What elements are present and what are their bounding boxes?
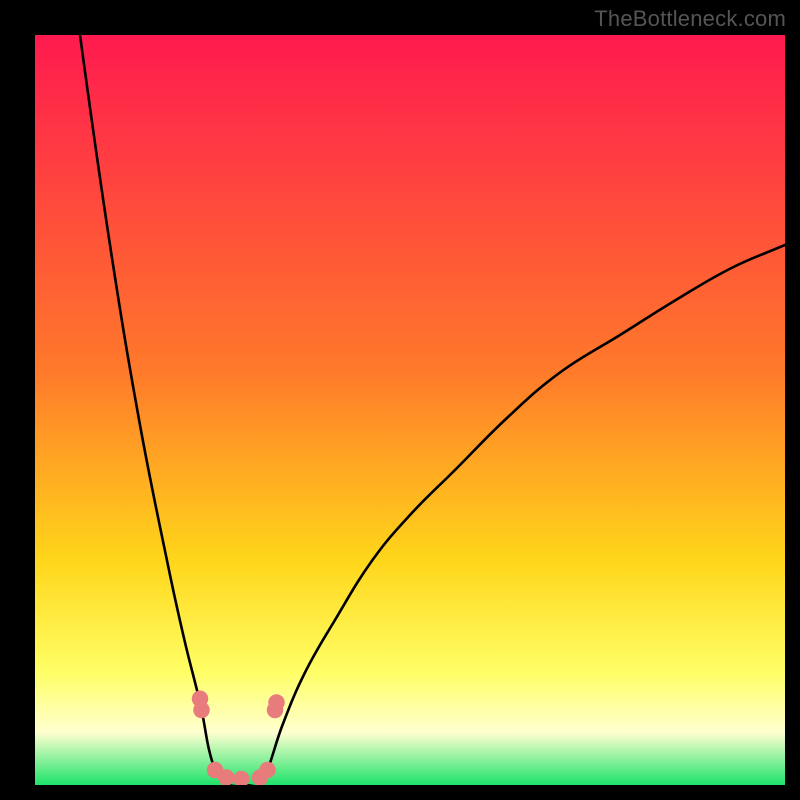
curve-marker: [259, 762, 276, 779]
plot-area: [35, 35, 785, 785]
curve-marker: [233, 771, 250, 785]
outer-frame: TheBottleneck.com: [0, 0, 800, 800]
watermark-text: TheBottleneck.com: [594, 6, 786, 32]
curve-marker: [193, 702, 210, 719]
chart-svg: [35, 35, 785, 785]
bottleneck-curve: [80, 35, 785, 785]
curve-marker: [218, 769, 235, 785]
curve-marker: [268, 694, 285, 711]
